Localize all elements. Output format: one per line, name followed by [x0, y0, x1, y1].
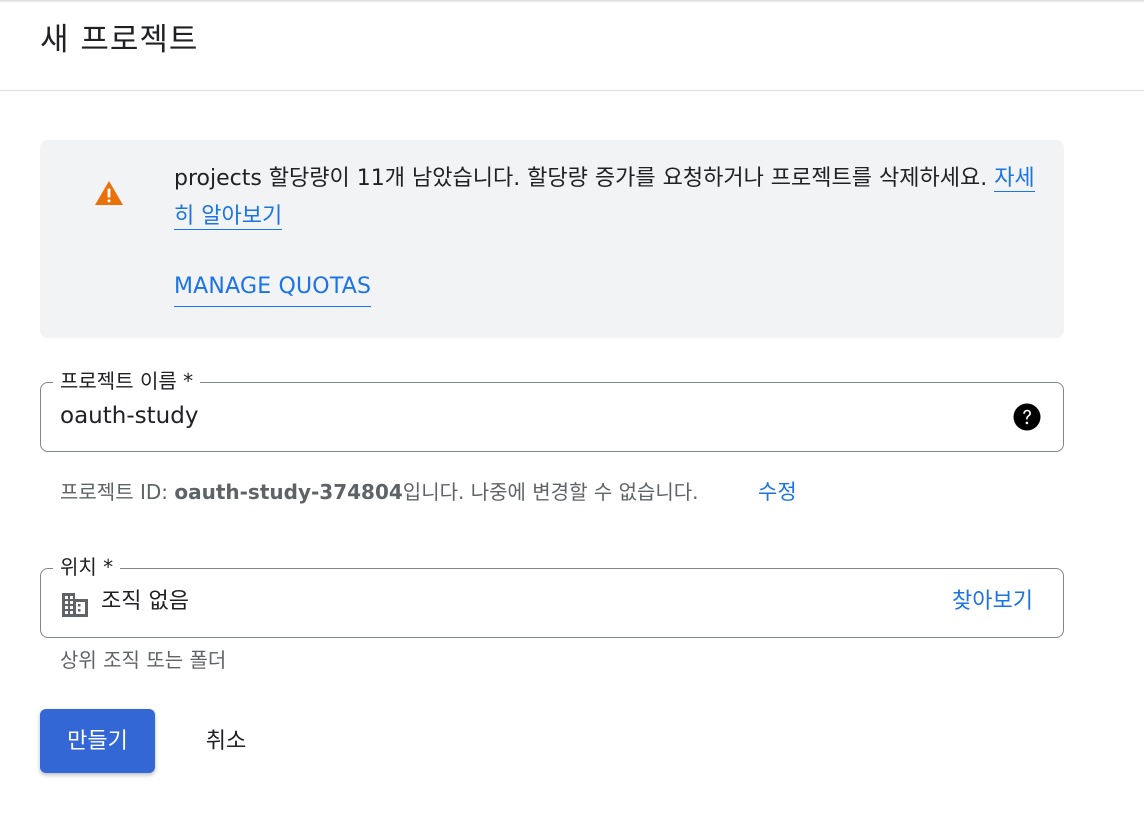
location-helper-text: 상위 조직 또는 폴더: [60, 648, 227, 672]
new-project-page: 새 프로젝트 projects 할당량이 11개 남았습니다. 할당량 증가를 …: [0, 0, 1144, 832]
quota-message: projects 할당량이 11개 남았습니다. 할당량 증가를 요청하거나 프…: [174, 160, 1044, 236]
edit-project-id-link[interactable]: 수정: [758, 476, 797, 508]
quota-message-text: projects 할당량이 11개 남았습니다. 할당량 증가를 요청하거나 프…: [174, 166, 988, 191]
location-value: 조직 없음: [101, 589, 189, 614]
project-name-field[interactable]: 프로젝트 이름 * oauth-study: [40, 368, 1064, 452]
header-divider: [0, 90, 1144, 91]
location-label: 위치 *: [53, 554, 121, 580]
cancel-button[interactable]: 취소: [186, 709, 266, 773]
manage-quotas-link[interactable]: MANAGE QUOTAS: [174, 268, 372, 307]
project-id-value: oauth-study-374804: [174, 480, 403, 504]
project-name-label: 프로젝트 이름 *: [53, 368, 201, 394]
help-icon[interactable]: [1013, 403, 1041, 431]
location-field[interactable]: 위치 * 조직 없음 찾아보기: [40, 554, 1064, 638]
project-name-input[interactable]: oauth-study: [60, 400, 198, 432]
page-title: 새 프로젝트: [40, 22, 199, 58]
quota-notice: projects 할당량이 11개 남았습니다. 할당량 증가를 요청하거나 프…: [40, 140, 1064, 338]
project-id-text: 프로젝트 ID: oauth-study-374804입니다. 나중에 변경할 …: [60, 476, 699, 508]
browse-button[interactable]: 찾아보기: [952, 586, 1033, 618]
top-shadow: [0, 0, 1144, 3]
project-id-suffix: 입니다. 나중에 변경할 수 없습니다.: [402, 480, 699, 504]
create-button[interactable]: 만들기: [40, 709, 155, 773]
building-icon: [62, 593, 88, 617]
warning-icon: [95, 181, 123, 205]
project-id-prefix: 프로젝트 ID:: [60, 480, 175, 504]
